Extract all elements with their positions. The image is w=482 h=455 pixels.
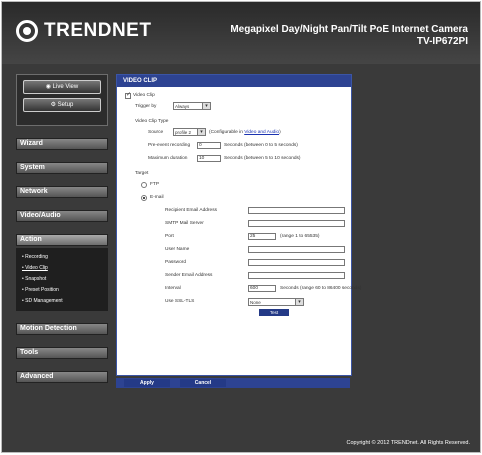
copyright: Copyright © 2012 TRENDnet. All Rights Re… (346, 440, 470, 446)
sender-email-input[interactable] (248, 272, 345, 279)
product-title-line2: TV-IP672PI (416, 36, 468, 47)
submenu-video-clip[interactable]: • Video Clip (22, 263, 108, 274)
submenu-snapshot[interactable]: • Snapshot (22, 274, 108, 285)
panel-title: VIDEO CLIP (117, 75, 351, 87)
ssl-value: None (250, 300, 261, 305)
source-value: profile 2 (175, 130, 192, 135)
max-duration-input[interactable]: 10 (197, 155, 221, 162)
sidebar-item-advanced[interactable]: Advanced (16, 371, 108, 383)
sidebar: ◉ Live View ⚙ Setup Wizard System Networ… (16, 74, 108, 395)
action-bar: Apply Cancel (116, 378, 350, 388)
page: TRENDNET Megapixel Day/Night Pan/Tilt Po… (1, 1, 481, 453)
sender-label: Sender Email Address (165, 273, 213, 278)
product-title-line1: Megapixel Day/Night Pan/Tilt PoE Interne… (230, 24, 468, 35)
chevron-down-icon: ▾ (295, 299, 303, 305)
setup-button[interactable]: ⚙ Setup (23, 98, 101, 112)
port-label: Port (165, 234, 174, 239)
port-hint: (range 1 to 65535) (280, 234, 320, 239)
submenu-recording[interactable]: • Recording (22, 252, 108, 263)
pre-event-input[interactable]: 0 (197, 142, 221, 149)
video-clip-label: Video Clip (133, 93, 155, 98)
sidebar-item-wizard[interactable]: Wizard (16, 138, 108, 150)
email-label: E-mail (150, 195, 164, 200)
chevron-down-icon: ▾ (202, 103, 210, 109)
sidebar-item-video-audio[interactable]: Video/Audio (16, 210, 108, 222)
configurable-note: (Configurable in Video and Audio) (209, 130, 281, 135)
password-label: Password (165, 260, 187, 265)
panel-body: Video Clip Trigger by Always ▾ Video Clip… (117, 87, 361, 375)
trendnet-logo: TRENDNET (16, 20, 151, 42)
live-view-button[interactable]: ◉ Live View (23, 80, 101, 94)
header: TRENDNET Megapixel Day/Night Pan/Tilt Po… (2, 2, 480, 64)
max-duration-label: Maximum duration (148, 156, 188, 161)
logo-icon (16, 20, 38, 42)
video-clip-checkbox[interactable] (125, 91, 131, 99)
ssl-select[interactable]: None ▾ (248, 298, 304, 306)
apply-button[interactable]: Apply (124, 379, 170, 387)
password-input[interactable] (248, 259, 345, 266)
chevron-down-icon: ▾ (197, 129, 205, 135)
username-label: User Name (165, 247, 190, 252)
recipient-label: Recipient Email Address (165, 208, 217, 213)
live-view-label: Live View (52, 84, 79, 90)
submenu-sd-management[interactable]: • SD Management (22, 296, 108, 307)
source-select[interactable]: profile 2 ▾ (173, 128, 206, 136)
recipient-email-input[interactable] (248, 207, 345, 214)
cancel-button[interactable]: Cancel (180, 379, 226, 387)
product-title: Megapixel Day/Night Pan/Tilt PoE Interne… (230, 24, 468, 48)
video-and-audio-link[interactable]: Video and Audio (244, 130, 279, 135)
ftp-label: FTP (150, 182, 160, 187)
setup-label: Setup (57, 102, 74, 108)
max-duration-hint: Seconds (between 5 to 10 seconds) (224, 156, 301, 161)
interval-input[interactable]: 600 (248, 285, 276, 292)
view-switch-box: ◉ Live View ⚙ Setup (16, 74, 108, 126)
action-submenu: • Recording • Video Clip • Snapshot • Pr… (16, 248, 108, 311)
logo-text: TRENDNET (44, 20, 152, 41)
sidebar-item-system[interactable]: System (16, 162, 108, 174)
camera-icon: ◉ (45, 84, 53, 90)
trigger-by-select[interactable]: Always ▾ (173, 102, 211, 110)
video-clip-panel: VIDEO CLIP Video Clip Trigger by Always ▾… (116, 74, 361, 376)
pre-event-label: Pre-event recording (148, 143, 191, 148)
configurable-text: (Configurable in (209, 130, 245, 135)
trigger-by-value: Always (175, 104, 190, 109)
interval-hint: Seconds (range 60 to 86400 seconds) (280, 286, 362, 291)
ssl-label: Use SSL-TLS (165, 299, 195, 304)
target-label: Target (135, 171, 149, 176)
source-label: Source (148, 130, 164, 135)
video-clip-type-label: Video Clip Type (135, 119, 169, 124)
configurable-end: ) (279, 130, 281, 135)
smtp-label: SMTP Mail Server (165, 221, 204, 226)
submenu-preset-position[interactable]: • Preset Position (22, 285, 108, 296)
pre-event-hint: Seconds (between 0 to 5 seconds) (224, 143, 298, 148)
ftp-radio[interactable] (141, 182, 147, 188)
test-button[interactable]: Test (259, 309, 289, 316)
sidebar-item-network[interactable]: Network (16, 186, 108, 198)
interval-label: Interval (165, 286, 181, 291)
sidebar-item-tools[interactable]: Tools (16, 347, 108, 359)
trigger-by-label: Trigger by (135, 104, 157, 109)
gear-icon: ⚙ (50, 102, 58, 108)
username-input[interactable] (248, 246, 345, 253)
sidebar-item-motion-detection[interactable]: Motion Detection (16, 323, 108, 335)
port-input[interactable]: 25 (248, 233, 276, 240)
smtp-server-input[interactable] (248, 220, 345, 227)
email-radio[interactable] (141, 195, 147, 201)
sidebar-item-action[interactable]: Action (16, 234, 108, 246)
